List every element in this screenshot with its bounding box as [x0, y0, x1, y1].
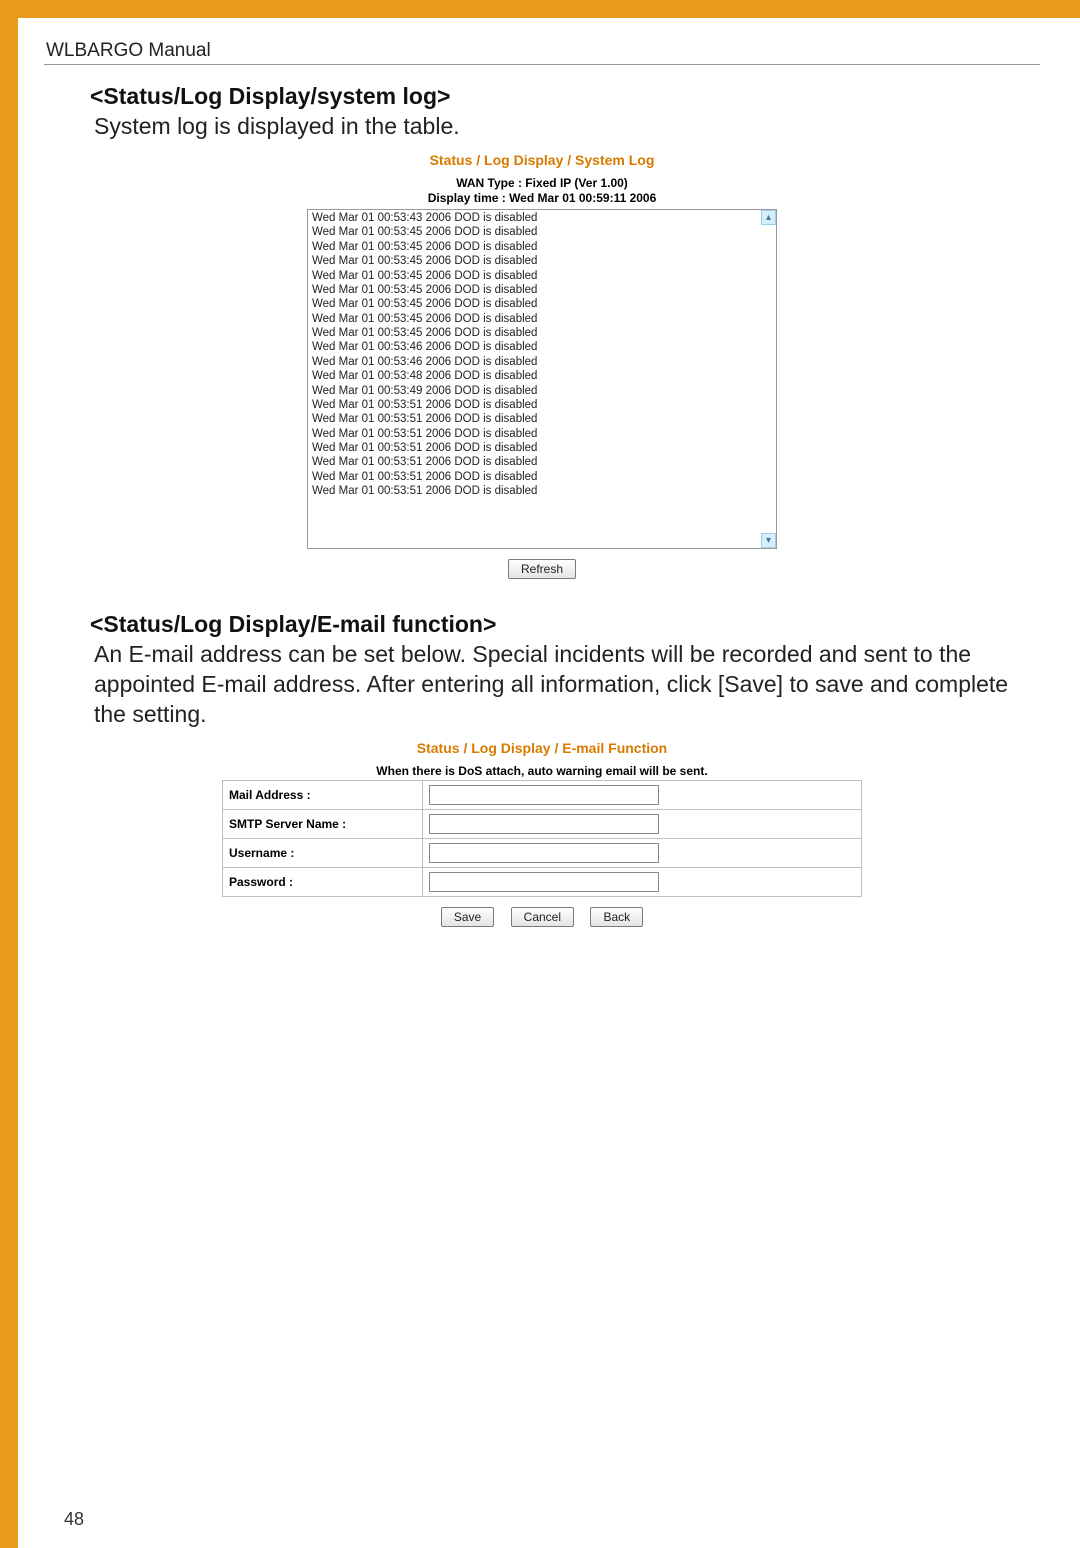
log-line: Wed Mar 01 00:53:51 2006 DOD is disabled — [312, 427, 762, 441]
log-line: Wed Mar 01 00:53:45 2006 DOD is disabled — [312, 225, 762, 239]
log-line: Wed Mar 01 00:53:51 2006 DOD is disabled — [312, 412, 762, 426]
display-time-line: Display time : Wed Mar 01 00:59:11 2006 — [44, 191, 1040, 207]
scroll-up-icon[interactable]: ▴ — [761, 210, 776, 225]
scroll-down-icon[interactable]: ▾ — [761, 533, 776, 548]
top-accent-bar — [0, 0, 1080, 18]
back-button[interactable]: Back — [590, 907, 643, 927]
left-accent-bar — [0, 0, 18, 1548]
section-body-syslog: System log is displayed in the table. — [44, 112, 1040, 142]
dos-note: When there is DoS attach, auto warning e… — [44, 764, 1040, 778]
log-line: Wed Mar 01 00:53:43 2006 DOD is disabled — [312, 211, 762, 225]
username-label: Username : — [223, 838, 423, 867]
log-line: Wed Mar 01 00:53:51 2006 DOD is disabled — [312, 455, 762, 469]
email-panel: Status / Log Display / E-mail Function W… — [44, 740, 1040, 931]
mail-address-label: Mail Address : — [223, 780, 423, 809]
refresh-button[interactable]: Refresh — [508, 559, 576, 579]
syslog-panel-title: Status / Log Display / System Log — [44, 152, 1040, 168]
log-line: Wed Mar 01 00:53:48 2006 DOD is disabled — [312, 369, 762, 383]
email-form-table: Mail Address : SMTP Server Name : Userna… — [222, 780, 862, 897]
log-line: Wed Mar 01 00:53:45 2006 DOD is disabled — [312, 283, 762, 297]
log-line: Wed Mar 01 00:53:45 2006 DOD is disabled — [312, 297, 762, 311]
email-button-row: Save Cancel Back — [44, 903, 1040, 931]
save-button[interactable]: Save — [441, 907, 494, 927]
email-panel-title: Status / Log Display / E-mail Function — [44, 740, 1040, 756]
log-line: Wed Mar 01 00:53:45 2006 DOD is disabled — [312, 240, 762, 254]
log-line: Wed Mar 01 00:53:46 2006 DOD is disabled — [312, 355, 762, 369]
log-line: Wed Mar 01 00:53:51 2006 DOD is disabled — [312, 398, 762, 412]
syslog-panel: Status / Log Display / System Log WAN Ty… — [44, 152, 1040, 583]
mail-address-input[interactable] — [429, 785, 659, 805]
page-number: 48 — [64, 1509, 84, 1530]
log-line: Wed Mar 01 00:53:51 2006 DOD is disabled — [312, 484, 762, 498]
password-label: Password : — [223, 867, 423, 896]
password-input[interactable] — [429, 872, 659, 892]
smtp-input[interactable] — [429, 814, 659, 834]
username-input[interactable] — [429, 843, 659, 863]
log-textarea[interactable]: Wed Mar 01 00:53:43 2006 DOD is disabled… — [307, 209, 777, 549]
cancel-button[interactable]: Cancel — [511, 907, 574, 927]
wan-type-line: WAN Type : Fixed IP (Ver 1.00) — [44, 176, 1040, 192]
smtp-label: SMTP Server Name : — [223, 809, 423, 838]
log-line: Wed Mar 01 00:53:45 2006 DOD is disabled — [312, 326, 762, 340]
log-line: Wed Mar 01 00:53:45 2006 DOD is disabled — [312, 312, 762, 326]
section-body-email: An E-mail address can be set below. Spec… — [44, 640, 1040, 730]
manual-title: WLBARGO Manual — [44, 38, 1040, 65]
section-heading-email: <Status/Log Display/E-mail function> — [44, 611, 1040, 638]
section-heading-syslog: <Status/Log Display/system log> — [44, 83, 1040, 110]
log-line: Wed Mar 01 00:53:45 2006 DOD is disabled — [312, 254, 762, 268]
log-line: Wed Mar 01 00:53:46 2006 DOD is disabled — [312, 340, 762, 354]
page-content: WLBARGO Manual <Status/Log Display/syste… — [18, 18, 1080, 1548]
log-line: Wed Mar 01 00:53:51 2006 DOD is disabled — [312, 470, 762, 484]
log-line: Wed Mar 01 00:53:51 2006 DOD is disabled — [312, 441, 762, 455]
log-line: Wed Mar 01 00:53:49 2006 DOD is disabled — [312, 384, 762, 398]
log-line: Wed Mar 01 00:53:45 2006 DOD is disabled — [312, 269, 762, 283]
